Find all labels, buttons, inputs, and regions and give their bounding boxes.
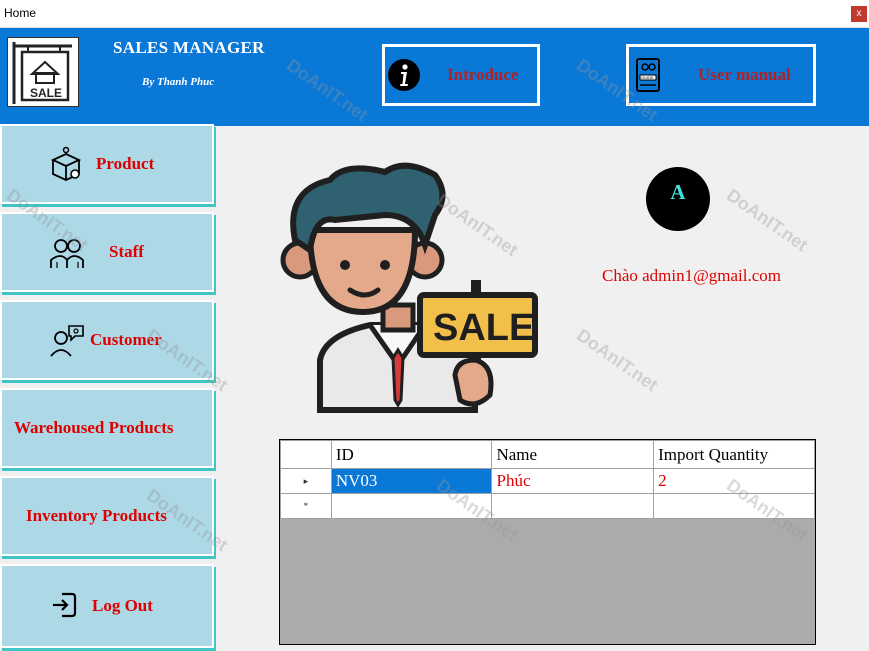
customer-icon xyxy=(50,325,84,357)
watermark: DoAnIT.net xyxy=(723,184,812,256)
window-title: Home xyxy=(4,6,37,20)
new-cell-name[interactable] xyxy=(491,493,655,519)
svg-text:GUIDE: GUIDE xyxy=(641,75,654,80)
watermark: DoAnIT.net xyxy=(573,324,662,396)
nav-warehoused-products-button[interactable]: Warehoused Products xyxy=(0,388,214,468)
window-titlebar: Home x xyxy=(0,0,869,28)
nav-inventory-products-label: Inventory Products xyxy=(26,506,167,525)
app-logo: SALE xyxy=(7,37,79,107)
grid-corner-header xyxy=(280,440,332,469)
guide-book-icon: GUIDE xyxy=(636,58,660,92)
logout-icon xyxy=(53,592,77,618)
cell-name[interactable]: Phúc xyxy=(491,468,655,494)
new-row[interactable]: * xyxy=(280,493,815,519)
staff-people-icon xyxy=(50,239,84,268)
new-cell-id[interactable] xyxy=(330,493,493,519)
salesman-illustration: SALE xyxy=(280,162,538,413)
app-subtitle: By Thanh Phuc xyxy=(142,76,215,88)
nav-product-label: Product xyxy=(96,154,155,173)
nav-staff-label: Staff xyxy=(109,242,144,261)
nav-product-button[interactable]: Product xyxy=(0,124,214,204)
column-header-name[interactable]: Name xyxy=(491,440,655,469)
nav-logout-label: Log Out xyxy=(92,596,153,615)
product-box-icon xyxy=(50,146,82,181)
nav-customer-button[interactable]: Customer xyxy=(0,300,214,380)
sidebar: Product Staff Customer Warehoused Produc… xyxy=(0,124,216,651)
import-data-grid[interactable]: ID Name Import Quantity ▸ NV03 Phúc 2 * xyxy=(279,439,816,645)
svg-text:SALE: SALE xyxy=(433,307,534,349)
user-avatar[interactable]: A xyxy=(646,167,710,231)
nav-warehoused-products-label: Warehoused Products xyxy=(14,418,174,437)
greeting-text: Chào admin1@gmail.com xyxy=(602,266,782,285)
svg-text:SALE: SALE xyxy=(30,86,62,100)
app-title: SALES MANAGER xyxy=(113,38,265,57)
column-header-import-quantity[interactable]: Import Quantity xyxy=(653,440,815,469)
column-header-id[interactable]: ID xyxy=(330,440,493,469)
row-header-new[interactable]: * xyxy=(280,493,332,519)
row-header-current[interactable]: ▸ xyxy=(280,468,332,494)
app-header: SALE SALES MANAGER By Thanh Phuc Introdu… xyxy=(0,28,869,126)
table-row[interactable]: ▸ NV03 Phúc 2 xyxy=(280,468,815,494)
cell-id[interactable]: NV03 xyxy=(330,468,493,494)
nav-customer-label: Customer xyxy=(90,330,162,349)
nav-staff-button[interactable]: Staff xyxy=(0,212,214,292)
nav-inventory-products-button[interactable]: Inventory Products xyxy=(0,476,214,556)
introduce-label: Introduce xyxy=(447,65,519,84)
user-manual-label: User manual xyxy=(698,65,791,84)
new-cell-import-quantity[interactable] xyxy=(653,493,815,519)
close-button[interactable]: x xyxy=(851,6,867,22)
sale-house-logo-icon: SALE xyxy=(12,42,72,104)
nav-logout-button[interactable]: Log Out xyxy=(0,564,214,648)
cell-import-quantity[interactable]: 2 xyxy=(653,468,815,494)
grid-header-row: ID Name Import Quantity xyxy=(280,440,815,469)
info-icon xyxy=(388,59,420,91)
introduce-button[interactable]: Introduce xyxy=(382,44,540,106)
user-manual-button[interactable]: GUIDE User manual xyxy=(626,44,816,106)
